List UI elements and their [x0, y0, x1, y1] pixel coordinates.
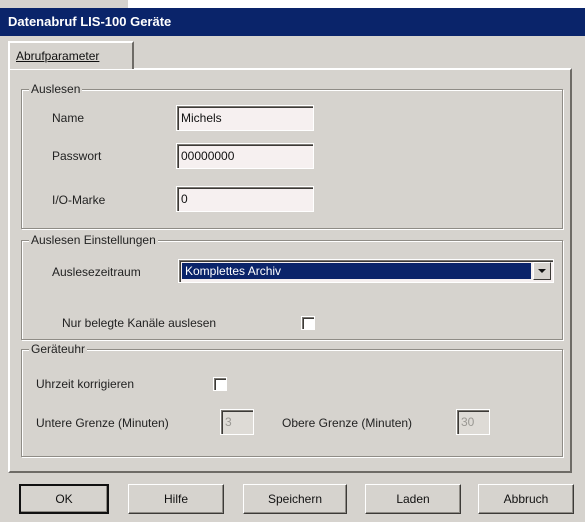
untere-grenze-field[interactable]: 3 [220, 409, 254, 435]
uhrzeit-korrigieren-checkbox[interactable] [213, 377, 227, 391]
top-strip [0, 0, 585, 8]
uhrzeit-korrigieren-label: Uhrzeit korrigieren [36, 377, 135, 391]
auslesezeitraum-value: Komplettes Archiv [182, 263, 531, 279]
hilfe-button[interactable]: Hilfe [128, 484, 224, 514]
speichern-button[interactable]: Speichern [243, 484, 347, 514]
dropdown-button[interactable] [533, 262, 551, 280]
tab-abrufparameter[interactable]: Abrufparameter [8, 41, 134, 69]
abbruch-button[interactable]: Abbruch [478, 484, 574, 514]
group-auslesen-legend: Auslesen [29, 81, 83, 97]
top-strip-gray [0, 0, 128, 8]
name-label: Name [52, 111, 85, 125]
laden-button[interactable]: Laden [365, 484, 461, 514]
group-auslesen: Auslesen Name Michels Passwort 00000000 … [21, 81, 563, 229]
tab-panel: Auslesen Name Michels Passwort 00000000 … [8, 68, 572, 473]
group-einstellungen: Auslesen Einstellungen Auslesezeitraum K… [21, 232, 563, 340]
group-geraeteuhr-legend: Geräteuhr [29, 341, 88, 357]
tab-label: Abrufparameter [16, 49, 100, 63]
io-marke-field[interactable]: 0 [176, 186, 314, 212]
auslesezeitraum-select[interactable]: Komplettes Archiv [178, 259, 554, 283]
group-einstellungen-legend: Auslesen Einstellungen [29, 232, 158, 248]
title-bar[interactable]: Datenabruf LIS-100 Geräte [0, 8, 585, 36]
group-geraeteuhr: Geräteuhr Uhrzeit korrigieren Untere Gre… [21, 341, 563, 457]
name-field[interactable]: Michels [176, 105, 314, 131]
obere-grenze-label: Obere Grenze (Minuten) [282, 416, 413, 430]
io-marke-label: I/O-Marke [52, 193, 106, 207]
ok-button[interactable]: OK [19, 484, 109, 514]
nur-belegte-kanaele-label: Nur belegte Kanäle auslesen [62, 316, 217, 330]
passwort-field[interactable]: 00000000 [176, 143, 314, 169]
passwort-label: Passwort [52, 149, 102, 163]
auslesezeitraum-label: Auslesezeitraum [52, 265, 141, 279]
chevron-down-icon [538, 269, 546, 273]
untere-grenze-label: Untere Grenze (Minuten) [36, 416, 169, 430]
window-title: Datenabruf LIS-100 Geräte [8, 14, 172, 29]
nur-belegte-kanaele-checkbox[interactable] [301, 316, 315, 330]
obere-grenze-field[interactable]: 30 [456, 409, 490, 435]
